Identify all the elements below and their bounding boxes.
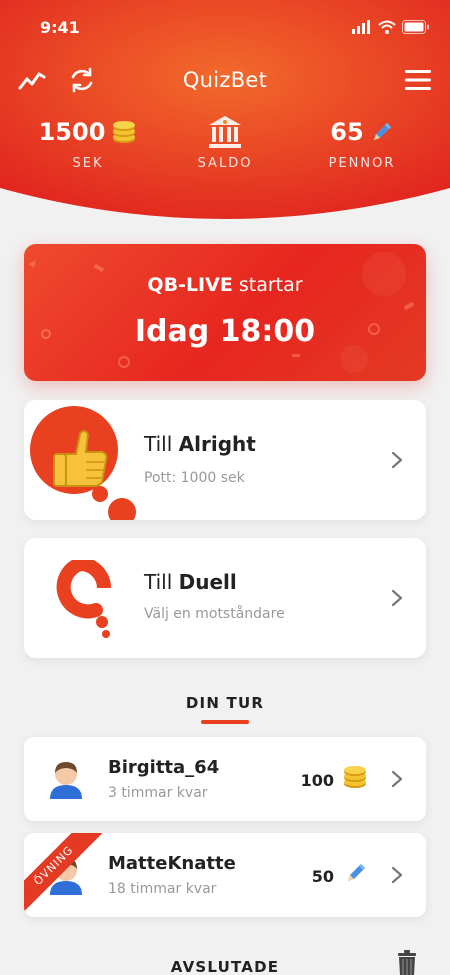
chevron-right-icon xyxy=(391,770,403,788)
pennor-value: 65 xyxy=(330,118,364,146)
clear-finished-button[interactable] xyxy=(392,950,422,975)
duell-prefix: Till xyxy=(144,570,179,594)
balance-stats: 1500 SEK SALDO 65 PENNOR xyxy=(0,112,450,182)
duell-name: Duell xyxy=(178,570,237,594)
chevron-right-icon xyxy=(391,589,403,607)
menu-button[interactable] xyxy=(402,64,434,96)
pencil-icon xyxy=(348,864,365,881)
status-time: 9:41 xyxy=(40,18,80,37)
hamburger-menu-icon xyxy=(405,70,431,90)
din-tur-heading: DIN TUR xyxy=(185,694,265,712)
bet-amount: 100 xyxy=(300,771,334,790)
duell-subtitle: Välj en motståndare xyxy=(144,606,285,622)
duell-card[interactable]: Till Duell Välj en motståndare xyxy=(24,538,426,658)
live-time: Idag 18:00 xyxy=(134,314,316,349)
saldo-stat[interactable]: SALDO xyxy=(185,112,265,171)
status-bar: 9:41 xyxy=(0,14,450,42)
alright-prefix: Till xyxy=(144,432,179,456)
player-name: Birgitta_64 xyxy=(108,757,220,778)
coins-icon xyxy=(344,766,366,788)
coins-icon xyxy=(113,121,136,143)
time-left: 3 timmar kvar xyxy=(108,785,208,801)
alright-title: Till Alright xyxy=(144,432,256,456)
sek-label: SEK xyxy=(72,156,104,171)
pennor-stat: 65 PENNOR xyxy=(322,112,402,171)
bet-amount: 50 xyxy=(311,867,334,886)
duell-title: Till Duell xyxy=(144,570,237,594)
live-brand: QB-LIVE xyxy=(147,274,233,296)
app-header: 9:41 QuizBet 1500 SEK SALDO 65 PENNOR xyxy=(0,0,450,230)
top-bar: QuizBet xyxy=(0,62,450,98)
avatar-icon xyxy=(50,762,82,799)
chevron-right-icon xyxy=(391,451,403,469)
game-row-birgitta[interactable]: Birgitta_64 3 timmar kvar 100 xyxy=(24,737,426,821)
chevron-right-icon xyxy=(391,866,403,884)
pennor-label: PENNOR xyxy=(328,156,396,171)
alright-name: Alright xyxy=(178,432,256,456)
live-suffix: startar xyxy=(232,274,303,296)
sek-value: 1500 xyxy=(38,118,106,146)
confetti-decoration xyxy=(28,252,415,373)
app-title: QuizBet xyxy=(182,68,268,92)
thumbs-up-icon xyxy=(53,430,108,487)
battery-icon xyxy=(402,20,429,34)
signal-icon xyxy=(352,20,370,34)
din-tur-underline xyxy=(201,720,249,724)
alright-subtitle: Pott: 1000 sek xyxy=(144,470,245,486)
alright-card[interactable]: Till Alright Pott: 1000 sek xyxy=(24,400,426,520)
bank-icon xyxy=(209,116,241,148)
trash-icon xyxy=(398,950,416,975)
avslutade-heading: AVSLUTADE xyxy=(170,958,280,975)
saldo-label: SALDO xyxy=(197,156,253,171)
duell-logo-icon xyxy=(56,560,111,638)
pencil-icon xyxy=(373,123,391,140)
game-row-matteknatte[interactable]: ÖVNING MatteKnatte 18 timmar kvar 50 xyxy=(24,833,426,917)
sek-stat: 1500 SEK xyxy=(38,112,138,171)
wifi-icon xyxy=(378,20,396,34)
qb-live-banner[interactable]: QB-LIVE startar Idag 18:00 xyxy=(24,244,426,381)
live-heading: QB-LIVE startar xyxy=(24,274,426,296)
time-left: 18 timmar kvar xyxy=(108,881,217,897)
player-name: MatteKnatte xyxy=(108,853,236,874)
status-icons xyxy=(352,20,430,34)
